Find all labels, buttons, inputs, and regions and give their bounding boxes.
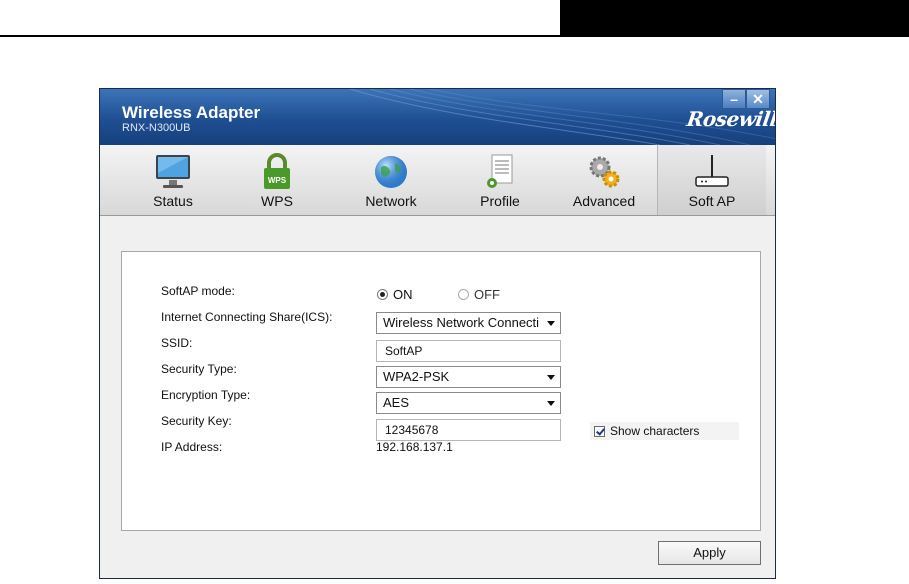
show-characters-checkbox-group[interactable]: Show characters (590, 422, 740, 440)
globe-icon (375, 156, 407, 188)
document-header-block (560, 0, 909, 37)
ip-address-label: IP Address: (161, 440, 223, 454)
profile-document-icon (487, 154, 513, 188)
tab-network-label: Network (365, 193, 417, 209)
ics-select[interactable]: Wireless Network Connecti (376, 312, 561, 334)
monitor-icon (156, 155, 190, 188)
gears-icon (589, 156, 620, 188)
security-key-label: Security Key: (161, 414, 232, 428)
ics-label: Internet Connecting Share(ICS): (161, 310, 333, 324)
security-type-select[interactable]: WPA2-PSK (376, 366, 561, 388)
document-header-rule (0, 35, 560, 37)
ip-address-value: 192.168.137.1 (376, 440, 453, 454)
tab-soft-ap[interactable]: Soft AP (657, 145, 766, 215)
rosewill-logo: Rosewill (685, 107, 775, 131)
show-characters-label: Show characters (610, 424, 700, 438)
title-bar[interactable]: Wireless Adapter RNX-N300UB Rosewill – ✕ (100, 89, 775, 145)
security-type-label: Security Type: (161, 362, 237, 376)
ics-select-value: Wireless Network Connecti (383, 315, 540, 330)
soft-ap-settings-panel: SoftAP mode: ON OFF Internet Connecting … (121, 251, 761, 531)
tab-wps[interactable]: WPS WPS (237, 145, 317, 215)
radio-off-label: OFF (474, 287, 500, 302)
tab-profile-label: Profile (480, 193, 520, 209)
chevron-down-icon (547, 321, 555, 326)
chevron-down-icon (547, 401, 555, 406)
radio-off[interactable] (458, 289, 469, 300)
radio-on-label: ON (393, 287, 413, 302)
tab-status[interactable]: Status (128, 145, 218, 215)
radio-on[interactable] (377, 289, 388, 300)
encryption-type-value: AES (383, 395, 410, 410)
security-type-value: WPA2-PSK (383, 369, 450, 384)
softap-mode-label: SoftAP mode: (161, 284, 235, 298)
tab-soft-ap-label: Soft AP (688, 193, 736, 209)
minimize-button[interactable]: – (722, 89, 746, 109)
softap-mode-on-option[interactable]: ON (377, 287, 413, 302)
encryption-type-label: Encryption Type: (161, 388, 251, 402)
soft-ap-page: SoftAP mode: ON OFF Internet Connecting … (100, 216, 775, 578)
tab-profile[interactable]: Profile (455, 145, 545, 215)
wps-lock-icon: WPS (264, 153, 290, 189)
app-title: Wireless Adapter (122, 103, 261, 122)
ssid-label: SSID: (161, 336, 193, 350)
tab-status-label: Status (153, 193, 193, 209)
tab-advanced-label: Advanced (572, 193, 636, 209)
router-icon (695, 155, 729, 187)
security-key-input[interactable]: 12345678 (376, 419, 561, 441)
apply-button[interactable]: Apply (658, 541, 761, 565)
chevron-down-icon (547, 375, 555, 380)
tab-network[interactable]: Network (346, 145, 436, 215)
tab-advanced[interactable]: Advanced (558, 145, 650, 215)
close-button[interactable]: ✕ (746, 89, 770, 109)
svg-text:WPS: WPS (268, 176, 287, 185)
ssid-input[interactable]: SoftAP (376, 340, 561, 362)
app-window: Wireless Adapter RNX-N300UB Rosewill – ✕… (99, 88, 776, 579)
app-model-name: RNX-N300UB (122, 122, 191, 134)
show-characters-checkbox[interactable] (594, 425, 605, 437)
softap-mode-off-option[interactable]: OFF (458, 287, 500, 302)
tab-wps-label: WPS (261, 193, 293, 209)
encryption-type-select[interactable]: AES (376, 392, 561, 414)
main-toolbar: Status WPS WPS Network Profile Advanced … (100, 145, 775, 216)
